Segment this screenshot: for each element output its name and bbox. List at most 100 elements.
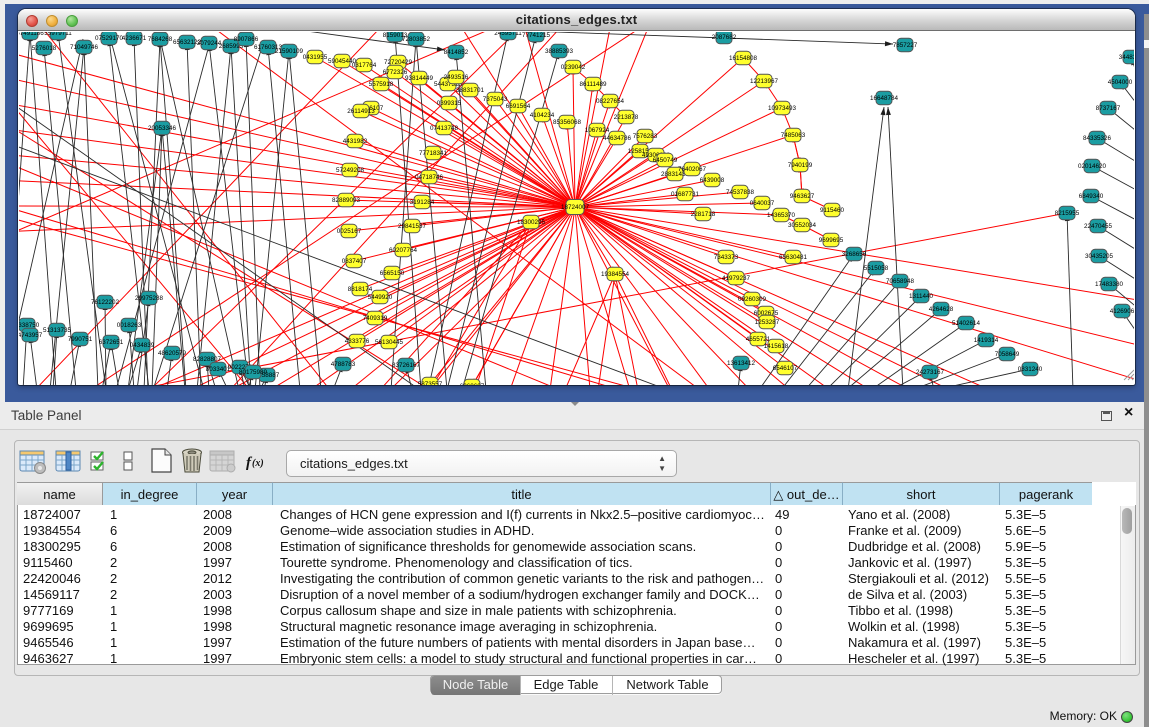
svg-text:7857227: 7857227: [893, 42, 918, 49]
svg-text:7990751: 7990751: [68, 336, 93, 343]
svg-text:71049746: 71049746: [70, 44, 99, 51]
svg-text:4104234: 4104234: [530, 112, 555, 119]
svg-text:4655721: 4655721: [746, 336, 771, 343]
svg-text:4504000: 4504000: [1108, 79, 1133, 86]
svg-text:4126906: 4126906: [1110, 308, 1134, 315]
svg-text:4264628: 4264628: [929, 306, 954, 313]
svg-text:24273167: 24273167: [916, 369, 945, 376]
svg-text:7375043: 7375043: [483, 96, 508, 103]
svg-text:9463627: 9463627: [790, 193, 815, 200]
svg-text:5449920: 5449920: [368, 294, 393, 301]
svg-text:1253287: 1253287: [755, 319, 780, 326]
svg-text:0837407: 0837407: [342, 258, 367, 265]
svg-text:80175989: 80175989: [239, 369, 268, 376]
svg-text:85356068: 85356068: [553, 119, 582, 126]
svg-text:14365370: 14365370: [767, 212, 796, 219]
svg-text:7343373: 7343373: [714, 254, 739, 261]
svg-text:29975288: 29975288: [135, 295, 164, 302]
svg-text:65630481: 65630481: [779, 254, 808, 261]
svg-text:0640037: 0640037: [750, 200, 775, 207]
svg-text:4431982: 4431982: [343, 138, 368, 145]
svg-text:1419314: 1419314: [974, 337, 999, 344]
svg-text:26114913: 26114913: [347, 108, 375, 115]
svg-text:04718746: 04718746: [415, 174, 444, 181]
svg-text:30552034: 30552034: [788, 222, 817, 229]
svg-text:0831240: 0831240: [1018, 366, 1043, 373]
svg-text:07413748: 07413748: [430, 125, 459, 132]
svg-text:48620579: 48620579: [158, 350, 187, 357]
svg-text:86111489: 86111489: [579, 81, 607, 88]
svg-text:2213878: 2213878: [614, 114, 639, 121]
svg-text:4788783: 4788783: [331, 361, 356, 368]
svg-text:18300295: 18300295: [517, 219, 546, 226]
svg-text:76122202: 76122202: [91, 299, 120, 306]
svg-text:19384554: 19384554: [601, 271, 630, 278]
svg-text:70658948: 70658948: [886, 278, 915, 285]
svg-text:2281718: 2281718: [691, 211, 716, 218]
svg-text:57249208: 57249208: [336, 167, 365, 174]
svg-text:38885393: 38885393: [545, 48, 574, 55]
svg-text:3191284: 3191284: [410, 199, 435, 206]
svg-text:0239042: 0239042: [561, 64, 586, 71]
svg-text:9115460: 9115460: [820, 207, 845, 214]
svg-text:18724007: 18724007: [561, 204, 590, 211]
svg-text:9699695: 9699695: [819, 237, 844, 244]
svg-text:13613412: 13613412: [727, 360, 756, 367]
svg-text:(x): (x): [252, 458, 264, 469]
svg-text:21590109: 21590109: [275, 48, 304, 55]
svg-text:1311440: 1311440: [909, 293, 934, 300]
svg-text:38831701: 38831701: [456, 87, 485, 94]
svg-text:0431955: 0431955: [303, 54, 328, 61]
svg-text:3448347: 3448347: [1119, 54, 1134, 61]
svg-text:6360607: 6360607: [460, 383, 485, 385]
svg-text:7576283: 7576283: [633, 133, 658, 140]
svg-text:8907866: 8907866: [234, 36, 259, 43]
svg-text:07529170: 07529170: [95, 35, 124, 42]
svg-text:2087682: 2087682: [712, 34, 737, 41]
svg-text:7058649: 7058649: [995, 351, 1020, 358]
svg-text:5873557: 5873557: [418, 381, 443, 385]
svg-text:6439008: 6439008: [700, 177, 725, 184]
svg-text:76402067: 76402067: [678, 166, 707, 173]
svg-text:7485063: 7485063: [781, 132, 806, 139]
svg-text:77741215: 77741215: [522, 32, 551, 39]
svg-text:20053346: 20053346: [148, 125, 177, 132]
svg-text:8215955: 8215955: [1055, 210, 1080, 217]
svg-text:3268656: 3268656: [842, 251, 867, 258]
svg-text:93814449: 93814449: [405, 75, 434, 82]
svg-text:51402614: 51402614: [952, 320, 981, 327]
svg-text:6565150: 6565150: [380, 270, 405, 277]
svg-text:29841537: 29841537: [398, 223, 427, 230]
svg-text:44634786: 44634786: [603, 135, 632, 142]
svg-text:6546107: 6546107: [773, 365, 798, 372]
svg-text:77718341: 77718341: [419, 150, 448, 157]
svg-text:1415618: 1415618: [764, 343, 789, 350]
svg-text:6849340: 6849340: [1079, 193, 1104, 200]
svg-text:5575918: 5575918: [369, 81, 394, 88]
svg-text:16154808: 16154808: [729, 55, 758, 62]
svg-text:8737167: 8737167: [1096, 105, 1121, 112]
svg-text:6372651: 6372651: [99, 339, 124, 346]
svg-text:72803852: 72803852: [402, 36, 431, 43]
svg-text:7409319: 7409319: [363, 315, 388, 322]
svg-text:01687731: 01687731: [671, 191, 700, 198]
svg-text:56130445: 56130445: [375, 339, 404, 346]
svg-text:24595711: 24595711: [494, 32, 522, 37]
svg-text:8414852: 8414852: [444, 49, 469, 56]
svg-text:83726167: 83726167: [392, 362, 421, 369]
svg-text:5276018: 5276018: [32, 45, 57, 52]
svg-text:4236671: 4236671: [122, 35, 147, 42]
svg-text:0434839: 0434839: [130, 342, 155, 349]
svg-text:17483380: 17483380: [1095, 281, 1124, 288]
svg-text:2493516: 2493516: [444, 74, 469, 81]
svg-text:60207764: 60207764: [389, 247, 418, 254]
svg-text:12213967: 12213967: [750, 78, 779, 85]
svg-text:30435205: 30435205: [1085, 253, 1114, 260]
svg-text:7684268: 7684268: [148, 36, 173, 43]
svg-text:84335326: 84335326: [1083, 135, 1112, 142]
svg-text:09260309: 09260309: [738, 296, 767, 303]
svg-text:22470455: 22470455: [1084, 223, 1113, 230]
svg-text:16648784: 16648784: [870, 95, 899, 102]
svg-text:0317764: 0317764: [352, 62, 377, 69]
svg-text:55979711: 55979711: [44, 32, 72, 37]
